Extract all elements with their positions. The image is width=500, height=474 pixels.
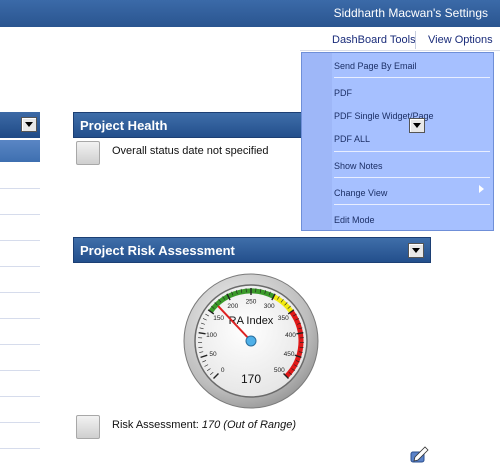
left-row-divider [0,318,40,319]
menu-separator [334,77,490,78]
gauge-tick-label: 400 [285,332,296,339]
left-widget-header [0,112,40,138]
overlapped-dropdown-button[interactable] [409,118,425,133]
menu-item-edit-mode[interactable]: Edit Mode [334,215,375,225]
risk-assessment-line: Risk Assessment: 170 (Out of Range) [112,419,296,431]
user-settings-title[interactable]: Siddharth Macwan's Settings [334,6,488,20]
gauge-tick-label: 350 [278,315,289,322]
left-row-divider [0,344,40,345]
edit-notes-icon[interactable] [409,446,429,464]
submenu-arrow-icon [479,185,484,193]
gauge-tick-label: 50 [209,351,217,358]
top-bar: Siddharth Macwan's Settings [0,0,500,27]
health-status-indicator [76,141,100,165]
gauge-tick-label: 450 [284,351,295,358]
toolbar-underline [300,50,500,51]
view-options-menu: Send Page By Email PDF PDF Single Widget… [301,52,494,231]
menu-gutter [302,53,332,230]
left-widget-selected-row[interactable] [0,140,40,162]
gauge-tick-label: 250 [246,299,257,306]
left-widget-dropdown-button[interactable] [21,117,37,132]
menu-item-pdf[interactable]: PDF [334,88,352,98]
toolbar-divider [415,31,416,49]
gauge-tick-label: 150 [213,315,224,322]
menu-separator [334,151,490,152]
left-row-divider [0,240,40,241]
gauge-tick-label: 200 [227,303,238,310]
menu-separator [334,204,490,205]
risk-assessment-label: Risk Assessment: [112,419,199,431]
risk-assessment-header: Project Risk Assessment [73,237,431,263]
left-row-divider [0,266,40,267]
menu-item-change-view[interactable]: Change View [334,188,387,198]
left-row-divider [0,214,40,215]
left-row-divider [0,448,40,449]
risk-status-indicator [76,415,100,439]
gauge-tick-label: 100 [206,332,217,339]
dashboard-tools-link[interactable]: DashBoard Tools [332,34,416,46]
gauge-tick-label: 0 [221,367,225,374]
health-status-text: Overall status date not specified [112,145,269,157]
menu-separator [334,177,490,178]
menu-item-send-email[interactable]: Send Page By Email [334,61,417,71]
left-row-divider [0,370,40,371]
risk-assessment-value: 170 (Out of Range) [201,419,297,431]
risk-assessment-title: Project Risk Assessment [80,243,235,258]
left-row-divider [0,422,40,423]
view-options-link[interactable]: View Options [428,34,493,46]
menu-item-pdf-all[interactable]: PDF ALL [334,134,370,144]
ra-index-gauge: 0 50 100 150 200 250 300 350 400 450 500 RA Index … [182,272,320,410]
risk-assessment-dropdown-button[interactable] [408,243,424,258]
gauge-hub [245,335,257,347]
gauge-tick-label: 500 [274,367,285,374]
left-row-divider [0,188,40,189]
gauge-tick-label: 300 [264,303,275,310]
left-row-divider [0,292,40,293]
project-health-title: Project Health [80,118,168,133]
menu-item-show-notes[interactable]: Show Notes [334,161,383,171]
left-row-divider [0,396,40,397]
gauge-value-readout: 170 [241,372,261,386]
